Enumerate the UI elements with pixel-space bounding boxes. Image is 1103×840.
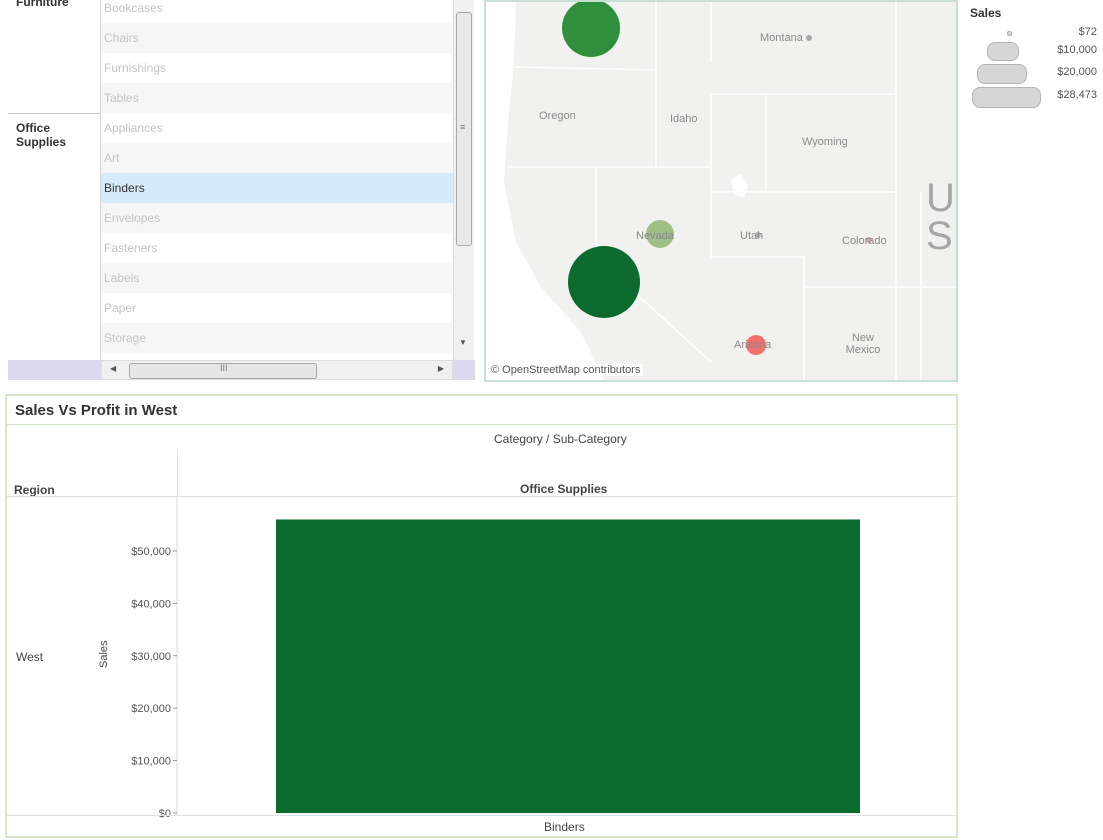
list-item-art[interactable]: Art [101,143,453,173]
map-canvas [486,2,956,380]
list-item-label: Binders [104,181,145,195]
list-item-bookcases[interactable]: Bookcases [101,0,453,23]
state-borders [508,2,956,380]
list-item-label: Chairs [104,31,139,45]
list-item-furnishings[interactable]: Furnishings [101,53,453,83]
map-label-arizona: Arizona [734,339,772,351]
subcategory-filter-panel: Furniture Office Supplies Bookcases Chai… [8,0,475,380]
y-tick-label: $10,000 [131,756,171,768]
list-item-label: Bookcases [104,1,163,15]
list-item-fasteners[interactable]: Fasteners [101,233,453,263]
list-item-binders[interactable]: Binders [101,173,453,203]
list-item-storage[interactable]: Storage [101,323,453,353]
legend-size-swatch [1007,31,1012,36]
list-item-label: Envelopes [104,211,161,225]
map-label-oregon: Oregon [539,110,576,122]
map-attribution[interactable]: © OpenStreetMap contributors [488,364,644,376]
sales-map[interactable]: Montana Oregon Idaho Wyoming Nevada Utah… [484,0,958,382]
bar-chart-svg: $0 $10,000 $20,000 $30,000 $40,000 $50,000 [131,496,860,820]
scroll-right-arrow-icon[interactable]: ▶ [438,364,444,373]
legend-value: $10,000 [1057,44,1097,56]
scroll-left-arrow-icon[interactable]: ◀ [110,364,116,373]
legend-value: $72 [1078,26,1097,38]
list-item-label: Furnishings [104,61,167,75]
list-item-labels[interactable]: Labels [101,263,453,293]
legend-value: $28,473 [1057,89,1097,101]
list-item-label: Appliances [104,121,163,135]
sales-size-legend: Sales $72 $10,000 $20,000 $28,473 [965,0,1103,120]
map-label-wyoming: Wyoming [802,136,848,148]
map-label-country-s: S [926,214,953,258]
list-item-label: Fasteners [104,241,158,255]
map-label-idaho: Idaho [670,113,698,125]
list-item-tables[interactable]: Tables [101,83,453,113]
list-item-envelopes[interactable]: Envelopes [101,203,453,233]
map-label-country-u: U [926,176,955,220]
horizontal-scroll-thumb[interactable]: III [129,363,317,379]
axis-footer-divider [7,815,956,816]
y-tick-label: $0 [159,808,171,820]
map-dot-montana [806,35,812,41]
lake-shape [731,174,748,198]
bar-binders [276,519,860,813]
category-label-office-supplies: Office Supplies [16,121,67,149]
map-label-nevada: Nevada [636,230,674,242]
category-label-furniture: Furniture [16,0,69,9]
map-label-new-mexico: New Mexico [845,332,881,356]
list-item-chairs[interactable]: Chairs [101,23,453,53]
legend-size-swatch [977,64,1027,84]
list-item-label: Art [104,151,120,165]
legend-size-swatch [987,42,1019,61]
list-item-paper[interactable]: Paper [101,293,453,323]
sales-vs-profit-chart: Sales Vs Profit in West Category / Sub-C… [5,394,958,838]
map-label-colorado: Colorado [842,235,887,247]
list-item-label: Labels [104,271,140,285]
scroll-down-arrow-icon[interactable]: ▼ [459,338,467,347]
legend-title: Sales [970,6,1002,20]
horizontal-scrollbar[interactable]: ◀ III ▶ [101,360,453,380]
list-item-label: Paper [104,301,137,315]
map-label-utah: Utah [740,230,764,242]
sales-circle-california [568,246,640,318]
list-item-label: Tables [104,91,139,105]
category-column: Furniture Office Supplies [8,0,100,360]
scroll-grip-icon: III [220,363,228,373]
y-tick-label: $40,000 [131,598,171,610]
y-tick-label: $30,000 [131,651,171,663]
legend-value: $20,000 [1057,66,1097,78]
y-tick-label: $20,000 [131,703,171,715]
x-category-label: Binders [544,820,585,834]
sales-circle-washington [562,2,620,57]
list-item-appliances[interactable]: Appliances [101,113,453,143]
y-tick-label: $50,000 [131,546,171,558]
scroll-grip-icon: ≡ [460,122,466,132]
map-label-montana: Montana [760,32,803,44]
vertical-scrollbar[interactable]: ≡ ▼ [453,0,474,360]
list-item-label: Storage [104,331,147,345]
ocean-shape [486,2,605,380]
legend-size-swatch [972,87,1041,108]
